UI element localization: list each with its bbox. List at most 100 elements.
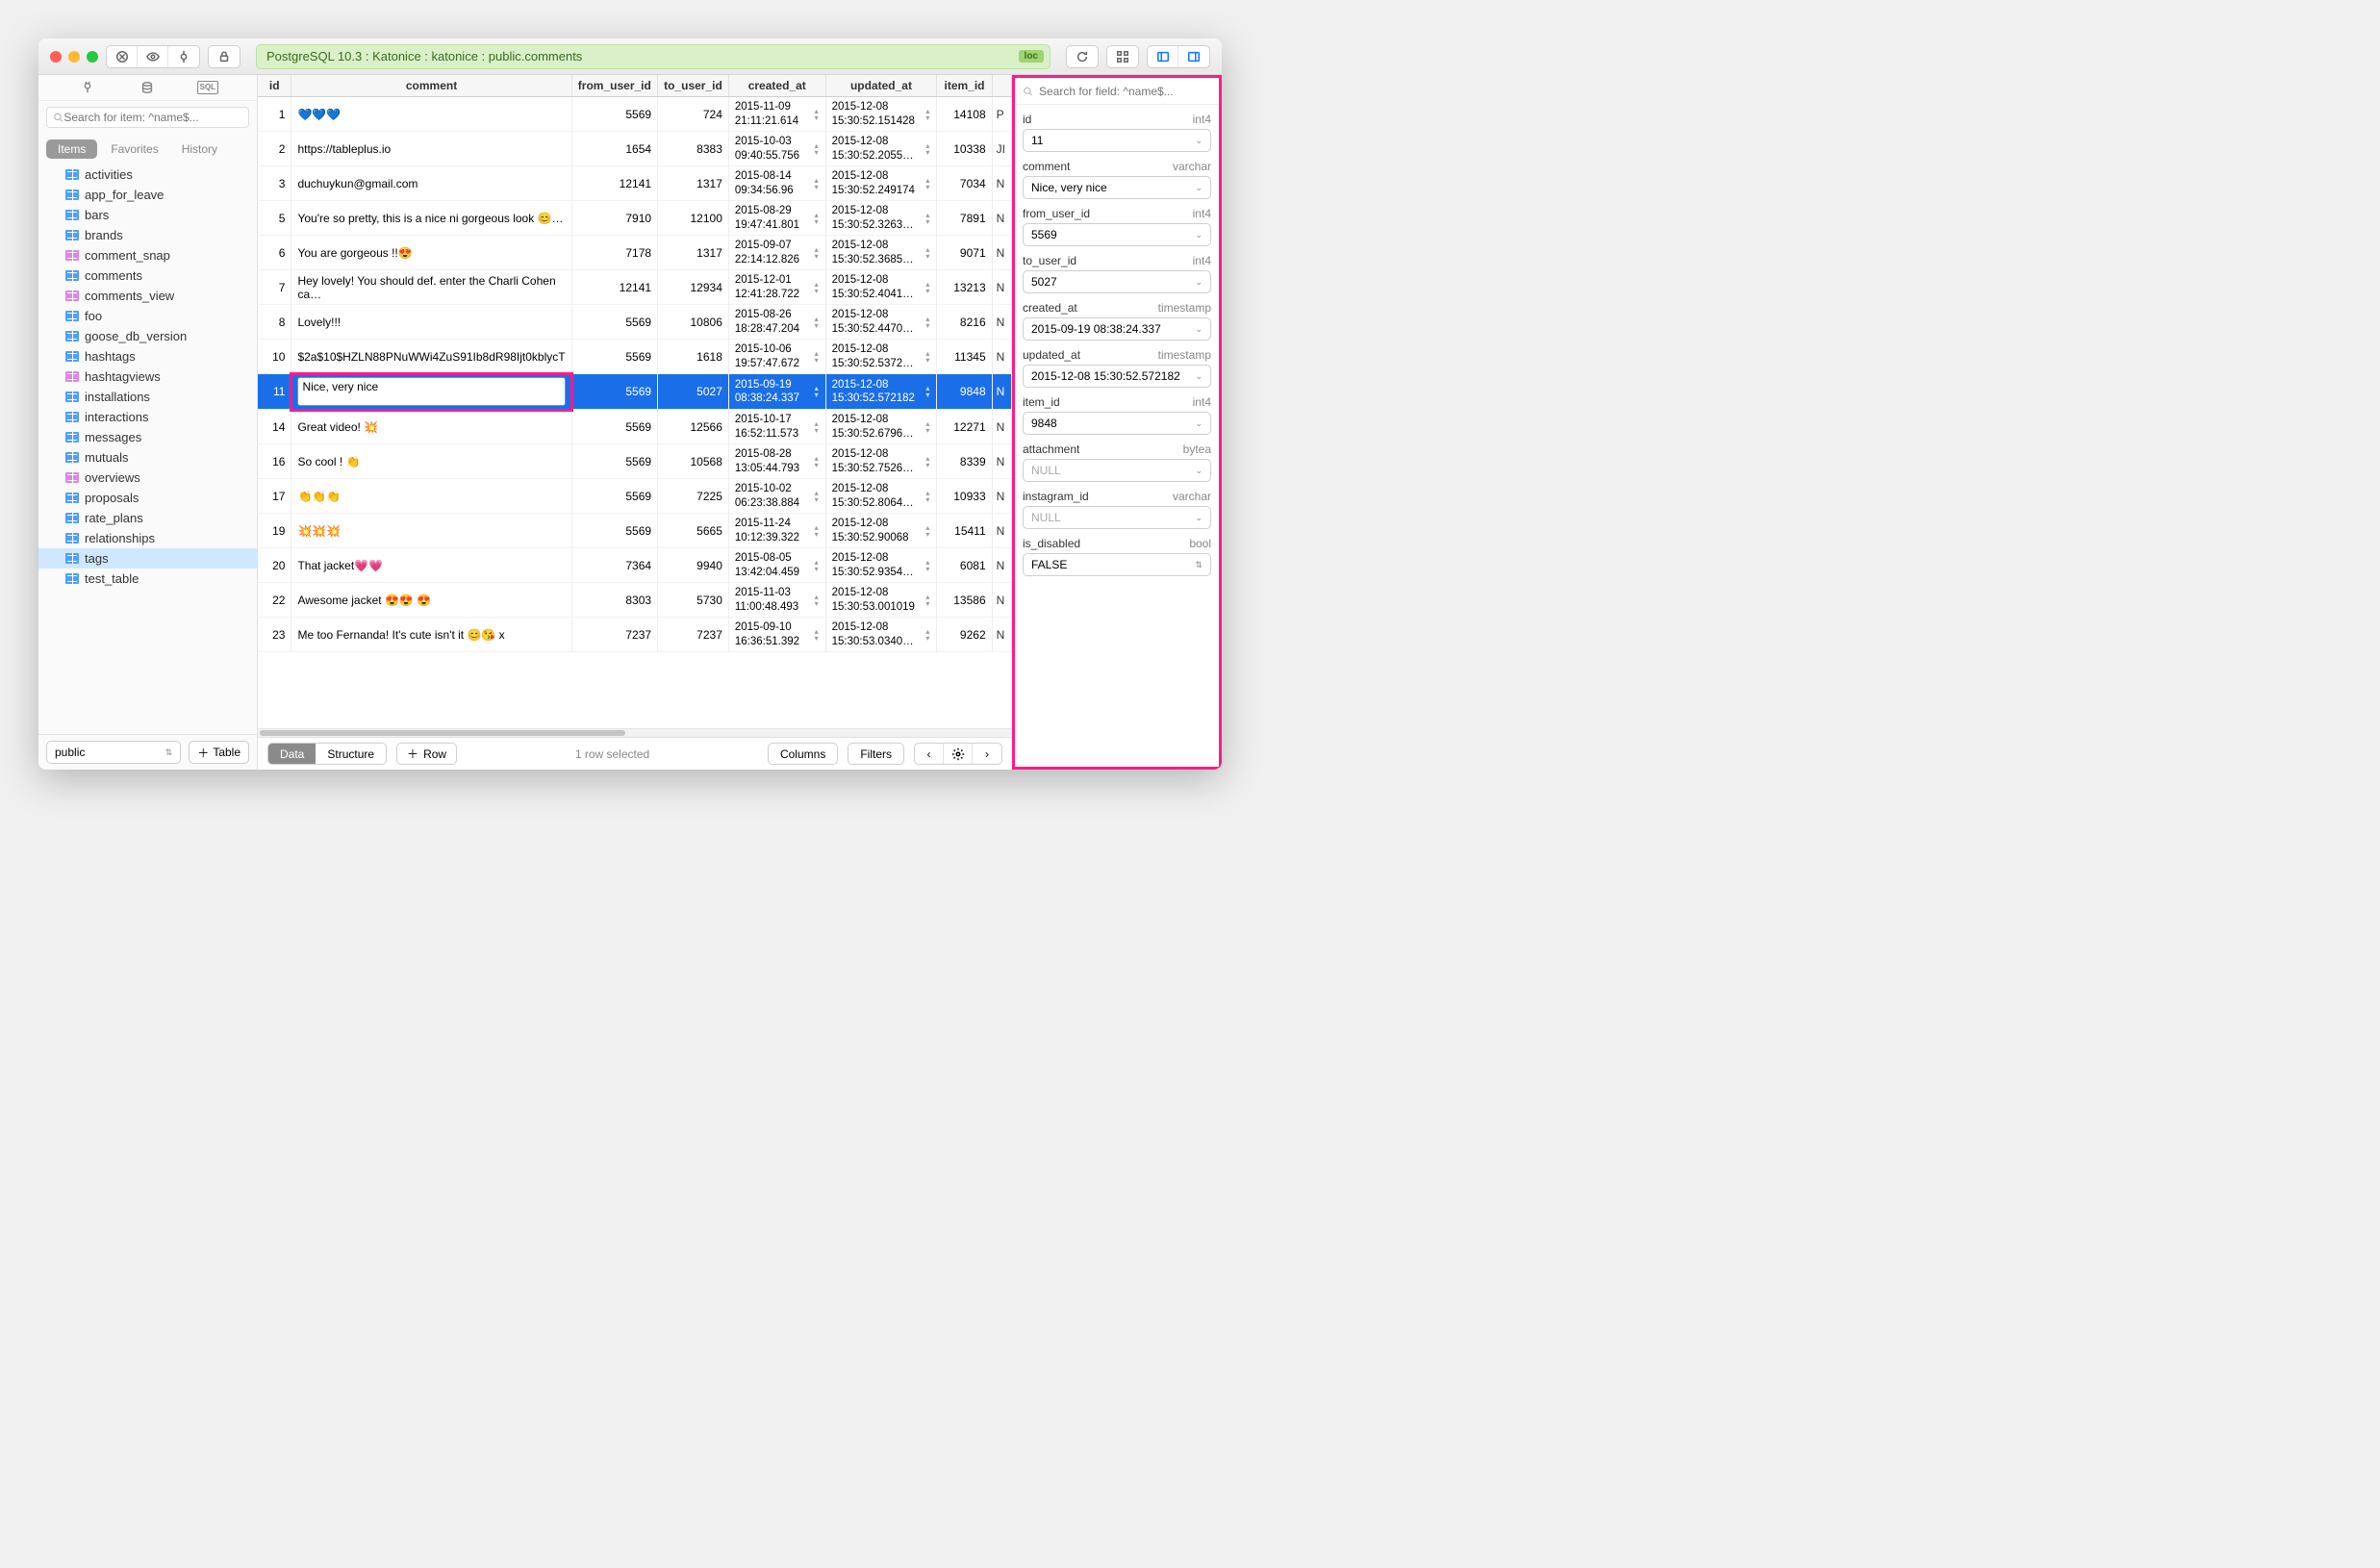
chevron-down-icon[interactable]: ⌄ bbox=[1195, 324, 1203, 335]
updated-at-cell[interactable]: 2015-12-0815:30:52.151428▴▾ bbox=[825, 97, 937, 132]
field-input[interactable]: 9848⌄ bbox=[1023, 412, 1211, 435]
table-row[interactable]: 8Lovely!!!5569108062015-08-2618:28:47.20… bbox=[258, 305, 1012, 340]
to-user-cell[interactable]: 1317 bbox=[658, 166, 729, 201]
extra-cell[interactable]: N bbox=[992, 514, 1011, 548]
from-user-cell[interactable]: 5569 bbox=[571, 410, 657, 444]
to-user-cell[interactable]: 1618 bbox=[658, 340, 729, 374]
from-user-cell[interactable]: 5569 bbox=[571, 444, 657, 479]
table-row[interactable]: 2https://tableplus.io165483832015-10-030… bbox=[258, 132, 1012, 166]
sidebar-item-bars[interactable]: bars bbox=[38, 205, 257, 225]
stepper-icon[interactable]: ▴▾ bbox=[925, 455, 934, 468]
extra-cell[interactable]: N bbox=[992, 444, 1011, 479]
stepper-icon[interactable]: ▴▾ bbox=[925, 281, 934, 294]
to-user-cell[interactable]: 1317 bbox=[658, 236, 729, 270]
stepper-icon[interactable]: ▴▾ bbox=[815, 455, 823, 468]
stepper-icon[interactable]: ▴▾ bbox=[925, 108, 934, 121]
updated-at-cell[interactable]: 2015-12-0815:30:53.001019▴▾ bbox=[825, 583, 937, 618]
extra-cell[interactable]: N bbox=[992, 618, 1011, 652]
table-row[interactable]: 1💙💙💙55697242015-11-0921:11:21.614▴▾2015-… bbox=[258, 97, 1012, 132]
sidebar-item-comments_view[interactable]: comments_view bbox=[38, 286, 257, 306]
id-cell[interactable]: 2 bbox=[258, 132, 291, 166]
stepper-icon[interactable]: ▴▾ bbox=[925, 246, 934, 260]
sidebar-item-app_for_leave[interactable]: app_for_leave bbox=[38, 185, 257, 205]
extra-cell[interactable]: N bbox=[992, 305, 1011, 340]
created-at-cell[interactable]: 2015-10-1716:52:11.573▴▾ bbox=[728, 410, 825, 444]
sidebar-item-interactions[interactable]: interactions bbox=[38, 407, 257, 427]
comment-cell[interactable]: That jacket💗💗 bbox=[291, 548, 571, 583]
add-row-button[interactable]: ＋ Row bbox=[396, 743, 457, 765]
comment-cell[interactable]: Lovely!!! bbox=[291, 305, 571, 340]
column-header-id[interactable]: id bbox=[258, 75, 291, 97]
from-user-cell[interactable]: 1654 bbox=[571, 132, 657, 166]
updated-at-cell[interactable]: 2015-12-0815:30:52.4470…▴▾ bbox=[825, 305, 937, 340]
item-id-cell[interactable]: 8216 bbox=[937, 305, 992, 340]
to-user-cell[interactable]: 12934 bbox=[658, 270, 729, 305]
sidebar-search-input[interactable] bbox=[63, 111, 242, 124]
extra-cell[interactable]: N bbox=[992, 340, 1011, 374]
item-id-cell[interactable]: 15411 bbox=[937, 514, 992, 548]
inspector-search[interactable] bbox=[1015, 78, 1219, 105]
scrollbar-thumb[interactable] bbox=[260, 730, 625, 736]
maximize-icon[interactable] bbox=[87, 51, 98, 63]
from-user-cell[interactable]: 7178 bbox=[571, 236, 657, 270]
filters-button[interactable]: Filters bbox=[848, 743, 904, 765]
chevron-down-icon[interactable]: ⌄ bbox=[1195, 136, 1203, 146]
id-cell[interactable]: 1 bbox=[258, 97, 291, 132]
chevron-down-icon[interactable]: ⌄ bbox=[1195, 277, 1203, 288]
extra-cell[interactable]: P bbox=[992, 97, 1011, 132]
id-cell[interactable]: 11 bbox=[258, 374, 291, 410]
field-input[interactable]: 5569⌄ bbox=[1023, 223, 1211, 246]
data-tab[interactable]: Data bbox=[268, 744, 316, 764]
chevron-down-icon[interactable]: ⌄ bbox=[1195, 371, 1203, 382]
created-at-cell[interactable]: 2015-12-0112:41:28.722▴▾ bbox=[728, 270, 825, 305]
comment-cell[interactable]: 💙💙💙 bbox=[291, 97, 571, 132]
refresh-button[interactable] bbox=[1067, 46, 1098, 67]
stepper-icon[interactable]: ▴▾ bbox=[815, 350, 823, 364]
field-input[interactable]: NULL⌄ bbox=[1023, 459, 1211, 482]
sidebar-item-tags[interactable]: tags bbox=[38, 548, 257, 569]
comment-cell[interactable]: duchuykun@gmail.com bbox=[291, 166, 571, 201]
inspector-search-input[interactable] bbox=[1039, 85, 1211, 98]
plug-icon[interactable] bbox=[73, 81, 102, 94]
id-cell[interactable]: 23 bbox=[258, 618, 291, 652]
created-at-cell[interactable]: 2015-08-1409:34:56.96▴▾ bbox=[728, 166, 825, 201]
chevron-down-icon[interactable]: ⇅ bbox=[1195, 560, 1203, 570]
to-user-cell[interactable]: 724 bbox=[658, 97, 729, 132]
to-user-cell[interactable]: 7237 bbox=[658, 618, 729, 652]
created-at-cell[interactable]: 2015-11-0311:00:48.493▴▾ bbox=[728, 583, 825, 618]
column-header-updated_at[interactable]: updated_at bbox=[825, 75, 937, 97]
stepper-icon[interactable]: ▴▾ bbox=[815, 594, 823, 607]
updated-at-cell[interactable]: 2015-12-0815:30:52.9354…▴▾ bbox=[825, 548, 937, 583]
created-at-cell[interactable]: 2015-08-0513:42:04.459▴▾ bbox=[728, 548, 825, 583]
sidebar-item-comments[interactable]: comments bbox=[38, 266, 257, 286]
item-id-cell[interactable]: 13586 bbox=[937, 583, 992, 618]
sidebar-item-comment_snap[interactable]: comment_snap bbox=[38, 245, 257, 266]
stepper-icon[interactable]: ▴▾ bbox=[815, 628, 823, 642]
horizontal-scrollbar[interactable] bbox=[258, 728, 1012, 737]
stepper-icon[interactable]: ▴▾ bbox=[815, 524, 823, 538]
from-user-cell[interactable]: 5569 bbox=[571, 340, 657, 374]
comment-cell[interactable]: 💥💥💥 bbox=[291, 514, 571, 548]
comment-cell[interactable]: https://tableplus.io bbox=[291, 132, 571, 166]
created-at-cell[interactable]: 2015-10-0619:57:47.672▴▾ bbox=[728, 340, 825, 374]
id-cell[interactable]: 16 bbox=[258, 444, 291, 479]
table-row[interactable]: 6You are gorgeous !!😍717813172015-09-072… bbox=[258, 236, 1012, 270]
item-id-cell[interactable]: 14108 bbox=[937, 97, 992, 132]
extra-cell[interactable]: N bbox=[992, 548, 1011, 583]
add-table-button[interactable]: ＋ Table bbox=[189, 741, 249, 764]
stepper-icon[interactable]: ▴▾ bbox=[815, 490, 823, 503]
tab-favorites[interactable]: Favorites bbox=[101, 139, 167, 159]
table-row[interactable]: 19💥💥💥556956652015-11-2410:12:39.322▴▾201… bbox=[258, 514, 1012, 548]
sidebar-item-test_table[interactable]: test_table bbox=[38, 569, 257, 589]
item-id-cell[interactable]: 9848 bbox=[937, 374, 992, 410]
updated-at-cell[interactable]: 2015-12-0815:30:52.90068▴▾ bbox=[825, 514, 937, 548]
table-row[interactable]: 17👏👏👏556972252015-10-0206:23:38.884▴▾201… bbox=[258, 479, 1012, 514]
prev-button[interactable]: ‹ bbox=[915, 744, 944, 764]
item-id-cell[interactable]: 6081 bbox=[937, 548, 992, 583]
id-cell[interactable]: 10 bbox=[258, 340, 291, 374]
id-cell[interactable]: 8 bbox=[258, 305, 291, 340]
stepper-icon[interactable]: ▴▾ bbox=[815, 246, 823, 260]
item-id-cell[interactable]: 8339 bbox=[937, 444, 992, 479]
sidebar-item-proposals[interactable]: proposals bbox=[38, 488, 257, 508]
comment-cell[interactable]: $2a$10$HZLN88PNuWWi4ZuS91Ib8dR98Ijt0kbly… bbox=[291, 340, 571, 374]
